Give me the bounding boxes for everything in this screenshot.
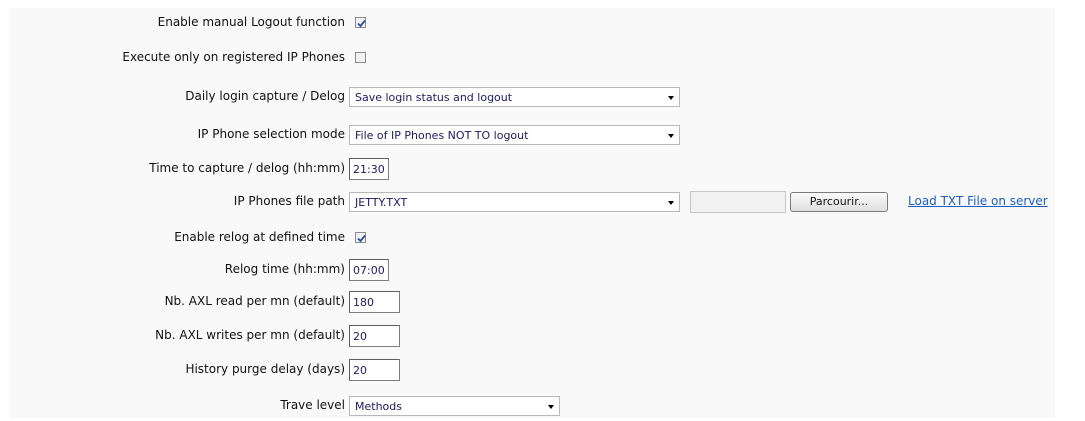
row-axl-read: Nb. AXL read per mn (default) 180: [0, 291, 1085, 313]
daily-capture-select[interactable]: Save login status and logout: [349, 87, 680, 107]
axl-writes-label: Nb. AXL writes per mn (default): [155, 328, 345, 342]
purge-delay-input[interactable]: 20: [349, 359, 400, 381]
trace-level-label: Trave level: [280, 398, 345, 412]
browse-button[interactable]: Parcourir...: [790, 192, 888, 212]
daily-capture-label: Daily login capture / Delog: [185, 89, 345, 103]
relog-time-label: Relog time (hh:mm): [224, 262, 345, 276]
row-daily-capture: Daily login capture / Delog Save login s…: [0, 86, 1085, 108]
chevron-down-icon: [548, 405, 554, 409]
axl-read-value: 180: [353, 296, 374, 309]
chevron-down-icon: [668, 134, 674, 138]
row-registered-only: Execute only on registered IP Phones: [0, 47, 1085, 69]
capture-time-label: Time to capture / delog (hh:mm): [149, 161, 345, 175]
load-txt-file-link[interactable]: Load TXT File on server: [908, 194, 1048, 208]
settings-panel: [10, 8, 1055, 418]
row-file-path: IP Phones file path JETTY.TXT Parcourir.…: [0, 191, 1085, 213]
selection-mode-select[interactable]: File of IP Phones NOT TO logout: [349, 125, 680, 145]
registered-only-label: Execute only on registered IP Phones: [122, 50, 345, 64]
relog-time-value: 07:00: [353, 264, 385, 277]
trace-level-value: Methods: [355, 400, 402, 413]
row-relog-enable: Enable relog at defined time: [0, 227, 1085, 249]
relog-enable-label: Enable relog at defined time: [174, 230, 345, 244]
axl-read-input[interactable]: 180: [349, 291, 400, 313]
relog-time-input[interactable]: 07:00: [349, 259, 389, 281]
row-purge-delay: History purge delay (days) 20: [0, 359, 1085, 381]
file-path-value: JETTY.TXT: [355, 196, 408, 209]
relog-enable-checkbox[interactable]: [355, 232, 366, 243]
registered-only-checkbox[interactable]: [355, 52, 366, 63]
row-selection-mode: IP Phone selection mode File of IP Phone…: [0, 124, 1085, 146]
file-path-label: IP Phones file path: [233, 194, 345, 208]
chevron-down-icon: [668, 201, 674, 205]
file-upload-field[interactable]: [690, 191, 786, 213]
row-axl-writes: Nb. AXL writes per mn (default) 20: [0, 325, 1085, 347]
capture-time-value: 21:30: [353, 163, 385, 176]
purge-delay-value: 20: [353, 364, 367, 377]
logout-enable-label: Enable manual Logout function: [157, 15, 345, 29]
row-relog-time: Relog time (hh:mm) 07:00: [0, 259, 1085, 281]
chevron-down-icon: [668, 96, 674, 100]
selection-mode-label: IP Phone selection mode: [197, 127, 345, 141]
file-path-select[interactable]: JETTY.TXT: [349, 192, 680, 212]
axl-read-label: Nb. AXL read per mn (default): [164, 294, 345, 308]
trace-level-select[interactable]: Methods: [349, 396, 560, 416]
row-trace-level: Trave level Methods: [0, 395, 1085, 417]
capture-time-input[interactable]: 21:30: [349, 158, 389, 180]
axl-writes-value: 20: [353, 330, 367, 343]
check-icon: [357, 19, 366, 28]
logout-enable-checkbox[interactable]: [355, 17, 366, 28]
purge-delay-label: History purge delay (days): [185, 362, 345, 376]
axl-writes-input[interactable]: 20: [349, 325, 400, 347]
selection-mode-value: File of IP Phones NOT TO logout: [355, 129, 529, 142]
row-capture-time: Time to capture / delog (hh:mm) 21:30: [0, 158, 1085, 180]
check-icon: [357, 234, 366, 243]
row-logout-enable: Enable manual Logout function: [0, 12, 1085, 34]
daily-capture-value: Save login status and logout: [355, 91, 513, 104]
